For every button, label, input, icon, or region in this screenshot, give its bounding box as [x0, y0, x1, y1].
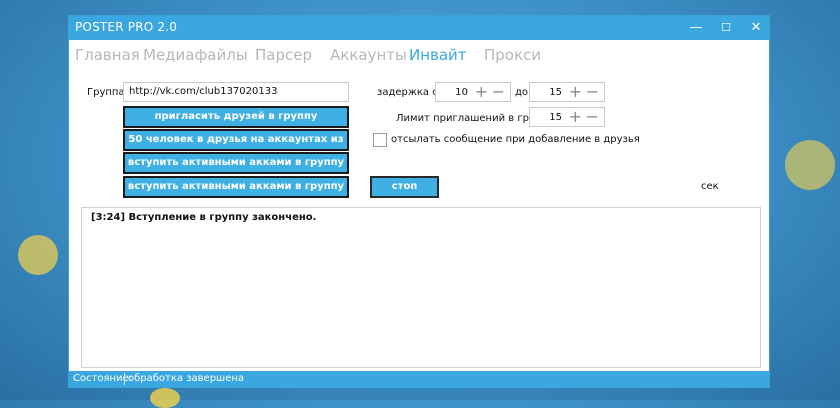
desktop-wallpaper-flower	[785, 140, 835, 190]
tab-accounts[interactable]: Аккаунты	[330, 46, 407, 64]
minus-icon[interactable]: −	[586, 108, 599, 126]
maximize-icon[interactable]: ☐	[711, 16, 741, 40]
delay-from-value: 10	[455, 87, 468, 98]
send-message-label: отсылать сообщение при добавление в друз…	[391, 134, 640, 145]
title-bar[interactable]: POSTER PRO 2.0 — ☐ ✕	[69, 16, 769, 40]
invite-friends-button[interactable]: пригласить друзей в группу	[123, 106, 349, 128]
desktop-wallpaper-flower	[18, 235, 58, 275]
desktop-wallpaper-flower	[150, 388, 180, 408]
delay-to-stepper[interactable]: 15 + −	[529, 82, 605, 102]
minimize-icon[interactable]: —	[681, 16, 711, 40]
delay-to-value: 15	[549, 87, 562, 98]
tab-parser[interactable]: Парсер	[255, 46, 312, 64]
group-url-input[interactable]: http://vk.com/club137020133	[123, 82, 349, 102]
delay-unit-label: сек	[701, 181, 719, 192]
delay-to-label: до	[515, 87, 529, 98]
log-area[interactable]: [3:24] Вступление в группу закончено.	[81, 207, 761, 368]
invite-limit-stepper[interactable]: 15 + −	[529, 107, 605, 127]
status-separator	[124, 373, 125, 385]
log-line: [3:24] Вступление в группу закончено.	[91, 212, 317, 223]
tab-proxy[interactable]: Прокси	[484, 46, 541, 64]
tab-media[interactable]: Медиафайлы	[143, 46, 248, 64]
close-icon[interactable]: ✕	[741, 16, 771, 40]
tab-main[interactable]: Главная	[75, 46, 140, 64]
window-title: POSTER PRO 2.0	[75, 20, 178, 34]
group-label: Группа	[87, 87, 125, 98]
invite-limit-value: 15	[549, 112, 562, 123]
minus-icon[interactable]: −	[492, 83, 505, 101]
fifty-friends-button[interactable]: 50 человек в друзья на аккаунтах из файл…	[123, 129, 349, 163]
stop-button[interactable]: стоп	[370, 176, 439, 198]
plus-icon[interactable]: +	[475, 83, 488, 101]
minus-icon[interactable]: −	[586, 83, 599, 101]
status-value: обработка завершена	[128, 373, 245, 384]
status-bar: Состояние: обработка завершена	[69, 371, 769, 387]
delay-from-stepper[interactable]: 10 + −	[435, 82, 511, 102]
tab-invite[interactable]: Инвайт	[409, 46, 467, 64]
plus-icon[interactable]: +	[569, 83, 582, 101]
join-group-button[interactable]: вступить активными акками в группу	[123, 152, 349, 174]
send-message-checkbox[interactable]	[373, 133, 387, 147]
join-group-api-button[interactable]: вступить активными акками в группу (api)	[123, 176, 349, 210]
plus-icon[interactable]: +	[569, 108, 582, 126]
app-window: POSTER PRO 2.0 — ☐ ✕ Главная Медиафайлы …	[68, 15, 770, 388]
